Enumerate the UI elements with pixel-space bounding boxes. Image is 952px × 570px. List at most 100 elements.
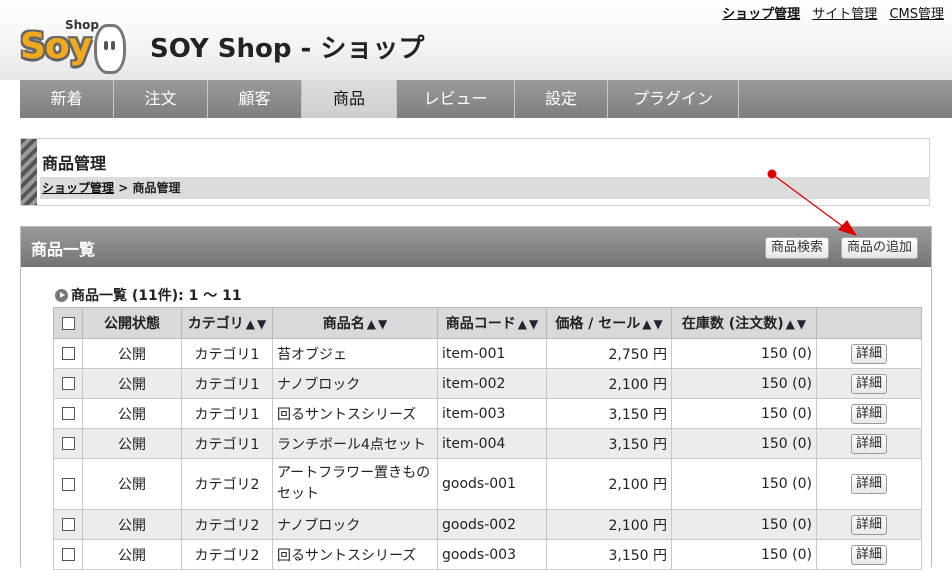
detail-button[interactable]: 詳細 <box>850 544 887 565</box>
cell-status: 公開 <box>82 539 182 570</box>
summary-text: 商品一覧 (11件): 1 ～ 11 <box>71 288 242 304</box>
row-select <box>53 368 83 399</box>
cell-status: 公開 <box>82 509 182 540</box>
row-checkbox[interactable] <box>61 377 75 390</box>
app-title: SOY Shop - ショップ <box>150 34 425 64</box>
detail-button[interactable]: 詳細 <box>850 514 887 535</box>
cell-actions: 詳細 <box>816 398 922 429</box>
panel-header: 商品一覧 商品検索 商品の追加 <box>21 227 931 267</box>
breadcrumb: ショップ管理 > 商品管理 <box>40 177 930 199</box>
nav-item-reviews[interactable]: レビュー <box>397 80 515 118</box>
nav-item-news[interactable]: 新着 <box>20 80 114 118</box>
detail-button[interactable]: 詳細 <box>850 403 887 424</box>
cell-price: 3,150 円 <box>546 428 672 459</box>
row-checkbox[interactable] <box>61 347 75 360</box>
cell-price: 2,750 円 <box>546 338 672 369</box>
nav-item-items[interactable]: 商品 <box>302 80 397 118</box>
header-actions <box>816 307 922 339</box>
cell-stock: 150 (0) <box>671 539 817 570</box>
row-checkbox[interactable] <box>61 548 75 561</box>
cell-status: 公開 <box>82 338 182 369</box>
table-row: 公開 カテゴリ1 回るサントスシリーズ item-003 3,150 円 150… <box>53 398 922 429</box>
cell-status: 公開 <box>82 398 182 429</box>
table-row: 公開 カテゴリ1 ナノブロック item-002 2,100 円 150 (0)… <box>53 368 922 399</box>
cell-status: 公開 <box>82 368 182 399</box>
sort-desc-icon[interactable]: ▼ <box>529 317 538 331</box>
nav-item-plugins[interactable]: プラグイン <box>608 80 739 118</box>
nav-item-customers[interactable]: 顧客 <box>208 80 302 118</box>
sort-asc-icon[interactable]: ▲ <box>246 317 255 331</box>
link-cms-admin[interactable]: CMS管理 <box>889 7 944 22</box>
cell-actions: 詳細 <box>816 458 922 510</box>
soy-shop-logo[interactable]: Soy Shop <box>18 14 128 74</box>
cell-name: アートフラワー置きもの セット <box>272 458 438 510</box>
cell-actions: 詳細 <box>816 368 922 399</box>
sort-desc-icon[interactable]: ▼ <box>378 317 387 331</box>
cell-code: goods-002 <box>437 509 547 540</box>
header-category: カテゴリ ▲ ▼ <box>181 307 273 339</box>
row-checkbox[interactable] <box>61 407 75 420</box>
cell-stock: 150 (0) <box>671 398 817 429</box>
cell-stock: 150 (0) <box>671 338 817 369</box>
table-row: 公開 カテゴリ2 ナノブロック goods-002 2,100 円 150 (0… <box>53 509 922 540</box>
row-select <box>53 539 83 570</box>
detail-button[interactable]: 詳細 <box>850 474 887 494</box>
cell-price: 3,150 円 <box>546 398 672 429</box>
breadcrumb-link-shop-admin[interactable]: ショップ管理 <box>42 181 114 195</box>
cell-actions: 詳細 <box>816 338 922 369</box>
cell-category: カテゴリ2 <box>181 458 273 510</box>
detail-button[interactable]: 詳細 <box>850 433 887 454</box>
cell-price: 2,100 円 <box>546 509 672 540</box>
sort-desc-icon[interactable]: ▼ <box>797 317 806 331</box>
sort-desc-icon[interactable]: ▼ <box>653 317 662 331</box>
logo-mascot-icon <box>94 24 126 74</box>
nav-bar: 新着 注文 顧客 商品 レビュー 設定 プラグイン <box>20 80 952 118</box>
breadcrumb-separator: > <box>114 181 133 195</box>
table-row: 公開 カテゴリ1 苔オブジェ item-001 2,750 円 150 (0) … <box>53 338 922 369</box>
header-stock-label: 在庫数 (注文数) <box>681 316 784 332</box>
add-item-button[interactable]: 商品の追加 <box>841 237 919 259</box>
cell-stock: 150 (0) <box>671 509 817 540</box>
item-search-button[interactable]: 商品検索 <box>765 237 830 259</box>
logo-badge: Shop <box>65 18 100 32</box>
nav-item-settings[interactable]: 設定 <box>515 80 608 118</box>
header-name-label: 商品名 <box>322 316 365 332</box>
row-select <box>53 338 83 369</box>
cell-code: item-004 <box>437 428 547 459</box>
row-checkbox[interactable] <box>61 437 75 450</box>
header-select-all <box>53 307 83 339</box>
detail-button[interactable]: 詳細 <box>850 343 887 364</box>
cell-category: カテゴリ1 <box>181 398 273 429</box>
sort-asc-icon[interactable]: ▲ <box>642 317 651 331</box>
cell-price: 3,150 円 <box>546 539 672 570</box>
sort-desc-icon[interactable]: ▼ <box>257 317 266 331</box>
cell-code: goods-003 <box>437 539 547 570</box>
cell-code: item-002 <box>437 368 547 399</box>
cell-stock: 150 (0) <box>671 428 817 459</box>
select-all-checkbox[interactable] <box>61 316 75 330</box>
link-site-admin[interactable]: サイト管理 <box>812 7 877 22</box>
cell-code: goods-001 <box>437 458 547 510</box>
breadcrumb-current: 商品管理 <box>132 181 181 195</box>
cell-name: 回るサントスシリーズ <box>272 398 438 429</box>
header-stock: 在庫数 (注文数) ▲ ▼ <box>671 307 817 339</box>
row-checkbox[interactable] <box>61 518 75 531</box>
cell-category: カテゴリ1 <box>181 368 273 399</box>
title-stripe <box>21 139 37 205</box>
header-code-label: 商品コード <box>445 316 516 332</box>
item-list-panel: 商品一覧 商品検索 商品の追加 商品一覧 (11件): 1 ～ 11 公開状態 … <box>20 226 932 570</box>
sort-asc-icon[interactable]: ▲ <box>786 317 795 331</box>
cell-code: item-001 <box>437 338 547 369</box>
link-shop-admin[interactable]: ショップ管理 <box>722 7 800 22</box>
detail-button[interactable]: 詳細 <box>850 373 887 394</box>
cell-actions: 詳細 <box>816 539 922 570</box>
row-checkbox[interactable] <box>61 477 75 491</box>
header-price: 価格 / セール ▲ ▼ <box>546 307 672 339</box>
cell-name: 回るサントスシリーズ <box>272 539 438 570</box>
sort-asc-icon[interactable]: ▲ <box>518 317 527 331</box>
row-select <box>53 458 83 510</box>
nav-item-orders[interactable]: 注文 <box>114 80 208 118</box>
sort-asc-icon[interactable]: ▲ <box>367 317 376 331</box>
row-select <box>53 398 83 429</box>
page-title-box: 商品管理 ショップ管理 > 商品管理 <box>20 138 930 206</box>
